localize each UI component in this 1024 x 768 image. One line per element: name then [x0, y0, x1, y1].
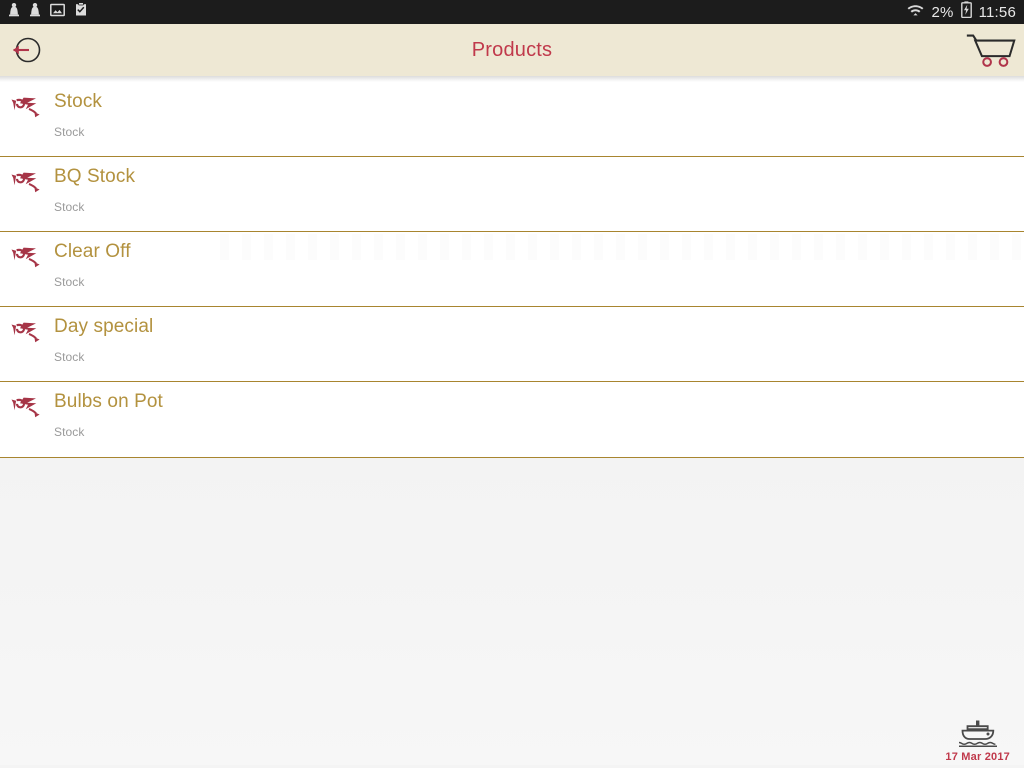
list-item-title: BQ Stock: [54, 166, 136, 187]
list-item[interactable]: BQ Stock Stock: [0, 157, 1024, 232]
bird-flourish-icon: [0, 307, 54, 347]
list-item-title: Day special: [54, 316, 154, 337]
battery-charging-icon: [960, 1, 972, 23]
clock-label: 11:56: [978, 3, 1016, 21]
bird-flourish-icon: [0, 157, 54, 197]
footer-date-label: 17 Mar 2017: [945, 751, 1010, 763]
bird-flourish-icon: [0, 232, 54, 272]
list-item-subtitle: Stock: [54, 200, 85, 214]
footer-stamp: 17 Mar 2017: [945, 718, 1010, 763]
list-item-title: Stock: [54, 91, 103, 112]
list-item-title: Bulbs on Pot: [54, 391, 163, 412]
list-item[interactable]: Stock Stock: [0, 82, 1024, 157]
cart-button[interactable]: [964, 30, 1016, 70]
list-item[interactable]: Bulbs on Pot Stock: [0, 382, 1024, 457]
shopping-cart-icon: [966, 34, 1016, 67]
list-item-body: Bulbs on Pot Stock: [54, 382, 163, 439]
back-button[interactable]: [6, 30, 46, 70]
list-item-body: Day special Stock: [54, 307, 153, 364]
person-icon: [8, 2, 20, 22]
bird-flourish-icon: [0, 382, 54, 422]
list-item[interactable]: Clear Off Stock: [0, 232, 1024, 307]
status-bar-left-icons: [8, 2, 88, 22]
back-arrow-circle-icon: [13, 37, 41, 63]
bird-flourish-icon: [0, 82, 54, 122]
list-item-title: Clear Off: [54, 241, 131, 262]
list-item-subtitle: Stock: [54, 350, 85, 364]
clipboard-check-icon: [74, 2, 88, 22]
ship-icon: [958, 720, 997, 748]
list-item-body: Stock Stock: [54, 82, 102, 139]
app-bar: Products: [0, 24, 1024, 76]
person-icon: [29, 2, 41, 22]
list-item[interactable]: Day special Stock: [0, 307, 1024, 382]
products-list: Stock Stock BQ Stock Stock Clear Off Sto…: [0, 82, 1024, 458]
list-item-subtitle: Stock: [54, 275, 85, 289]
page-title: Products: [471, 38, 553, 61]
empty-content-area: 17 Mar 2017: [0, 458, 1024, 765]
battery-percent-label: 2%: [931, 3, 954, 21]
image-icon: [50, 3, 65, 22]
status-bar: 2% 11:56: [0, 0, 1024, 24]
list-item-body: BQ Stock Stock: [54, 157, 135, 214]
list-item-body: Clear Off Stock: [54, 232, 131, 289]
status-bar-right-cluster: 2% 11:56: [907, 1, 1016, 23]
wifi-icon: [907, 3, 924, 22]
list-item-subtitle: Stock: [54, 125, 85, 139]
list-item-subtitle: Stock: [54, 425, 85, 439]
